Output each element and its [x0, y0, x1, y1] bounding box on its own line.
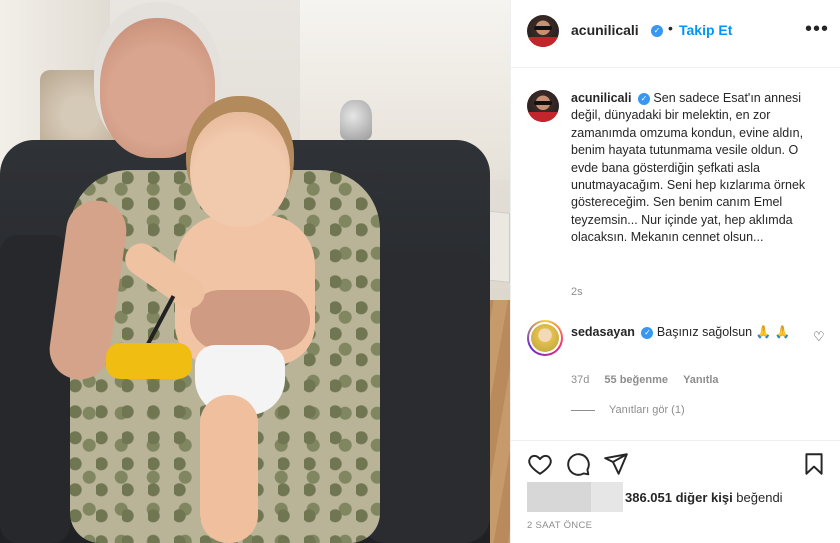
author-avatar[interactable] — [527, 15, 559, 47]
view-replies-button[interactable]: Yanıtları gör (1) — [571, 404, 685, 416]
commenter-avatar-frame — [529, 322, 561, 354]
view-replies-label: Yanıtları gör (1) — [609, 404, 685, 416]
commenter-avatar — [531, 324, 559, 352]
share-icon[interactable] — [603, 451, 629, 477]
post-header: acunilicali ✓ • Takip Et ••• — [511, 0, 840, 68]
verified-icon: ✓ — [637, 92, 650, 105]
bookmark-icon[interactable] — [801, 451, 827, 477]
liker-avatars[interactable] — [527, 482, 623, 512]
likes-summary: 386.051 diğer kişi beğendi — [625, 490, 783, 505]
comment-likes[interactable]: 55 beğenme — [604, 374, 668, 386]
follow-button[interactable]: Takip Et — [679, 22, 732, 38]
commenter-avatar-ring[interactable] — [527, 320, 563, 356]
comment-meta: 37d 55 beğenme Yanıtla — [571, 374, 731, 386]
action-icons — [527, 451, 827, 481]
liker-avatar — [527, 482, 559, 512]
baby-face — [190, 112, 290, 227]
comment-heart-icon[interactable]: ♡ — [813, 329, 825, 345]
caption-text: Sen sadece Esat'ın annesi değil, dünyada… — [571, 91, 806, 245]
likes-count[interactable]: 386.051 diğer kişi — [625, 490, 733, 505]
woman-hands — [190, 290, 310, 350]
caption-text-block: acunilicali ✓ Sen sadece Esat'ın annesi … — [571, 90, 825, 247]
replies-line — [571, 409, 595, 411]
avatar-shirt — [527, 111, 559, 122]
likes-suffix: beğendi — [732, 489, 783, 505]
caption-avatar[interactable] — [527, 90, 559, 122]
author-username[interactable]: acunilicali — [571, 22, 639, 38]
post-photo[interactable] — [0, 0, 510, 543]
teapot — [340, 100, 372, 140]
avatar-shirt — [527, 36, 559, 47]
instagram-post: acunilicali ✓ • Takip Et ••• acunilicali… — [0, 0, 840, 543]
baby-leg — [200, 395, 258, 543]
caption-username[interactable]: acunilicali — [571, 91, 631, 105]
post-sidebar: acunilicali ✓ • Takip Et ••• acunilicali… — [510, 0, 840, 543]
comment-text-block: sedasayan ✓ Başınız sağolsun 🙏 🙏 — [571, 323, 801, 342]
follow-separator: • — [668, 20, 673, 36]
verified-icon: ✓ — [651, 25, 663, 37]
comment-icon[interactable] — [565, 451, 591, 477]
comment-age[interactable]: 37d — [571, 374, 589, 386]
reply-button[interactable]: Yanıtla — [683, 374, 718, 386]
post-actions: 386.051 diğer kişi beğendi 2 SAAT ÖNCE — [511, 440, 840, 543]
commenter-username[interactable]: sedasayan — [571, 325, 635, 339]
liker-avatar — [559, 482, 591, 512]
avatar-glasses — [534, 100, 552, 106]
caption-age[interactable]: 2s — [571, 286, 583, 298]
verified-icon: ✓ — [641, 326, 654, 339]
liker-avatar — [591, 482, 623, 512]
avatar-glasses — [534, 25, 552, 31]
more-icon[interactable]: ••• — [805, 18, 829, 41]
post-timestamp[interactable]: 2 SAAT ÖNCE — [527, 520, 592, 531]
likes-row: 386.051 diğer kişi beğendi — [527, 482, 783, 512]
yellow-toy — [106, 343, 192, 379]
heart-icon[interactable] — [527, 451, 553, 477]
comment-text: Başınız sağolsun 🙏 🙏 — [656, 325, 791, 339]
